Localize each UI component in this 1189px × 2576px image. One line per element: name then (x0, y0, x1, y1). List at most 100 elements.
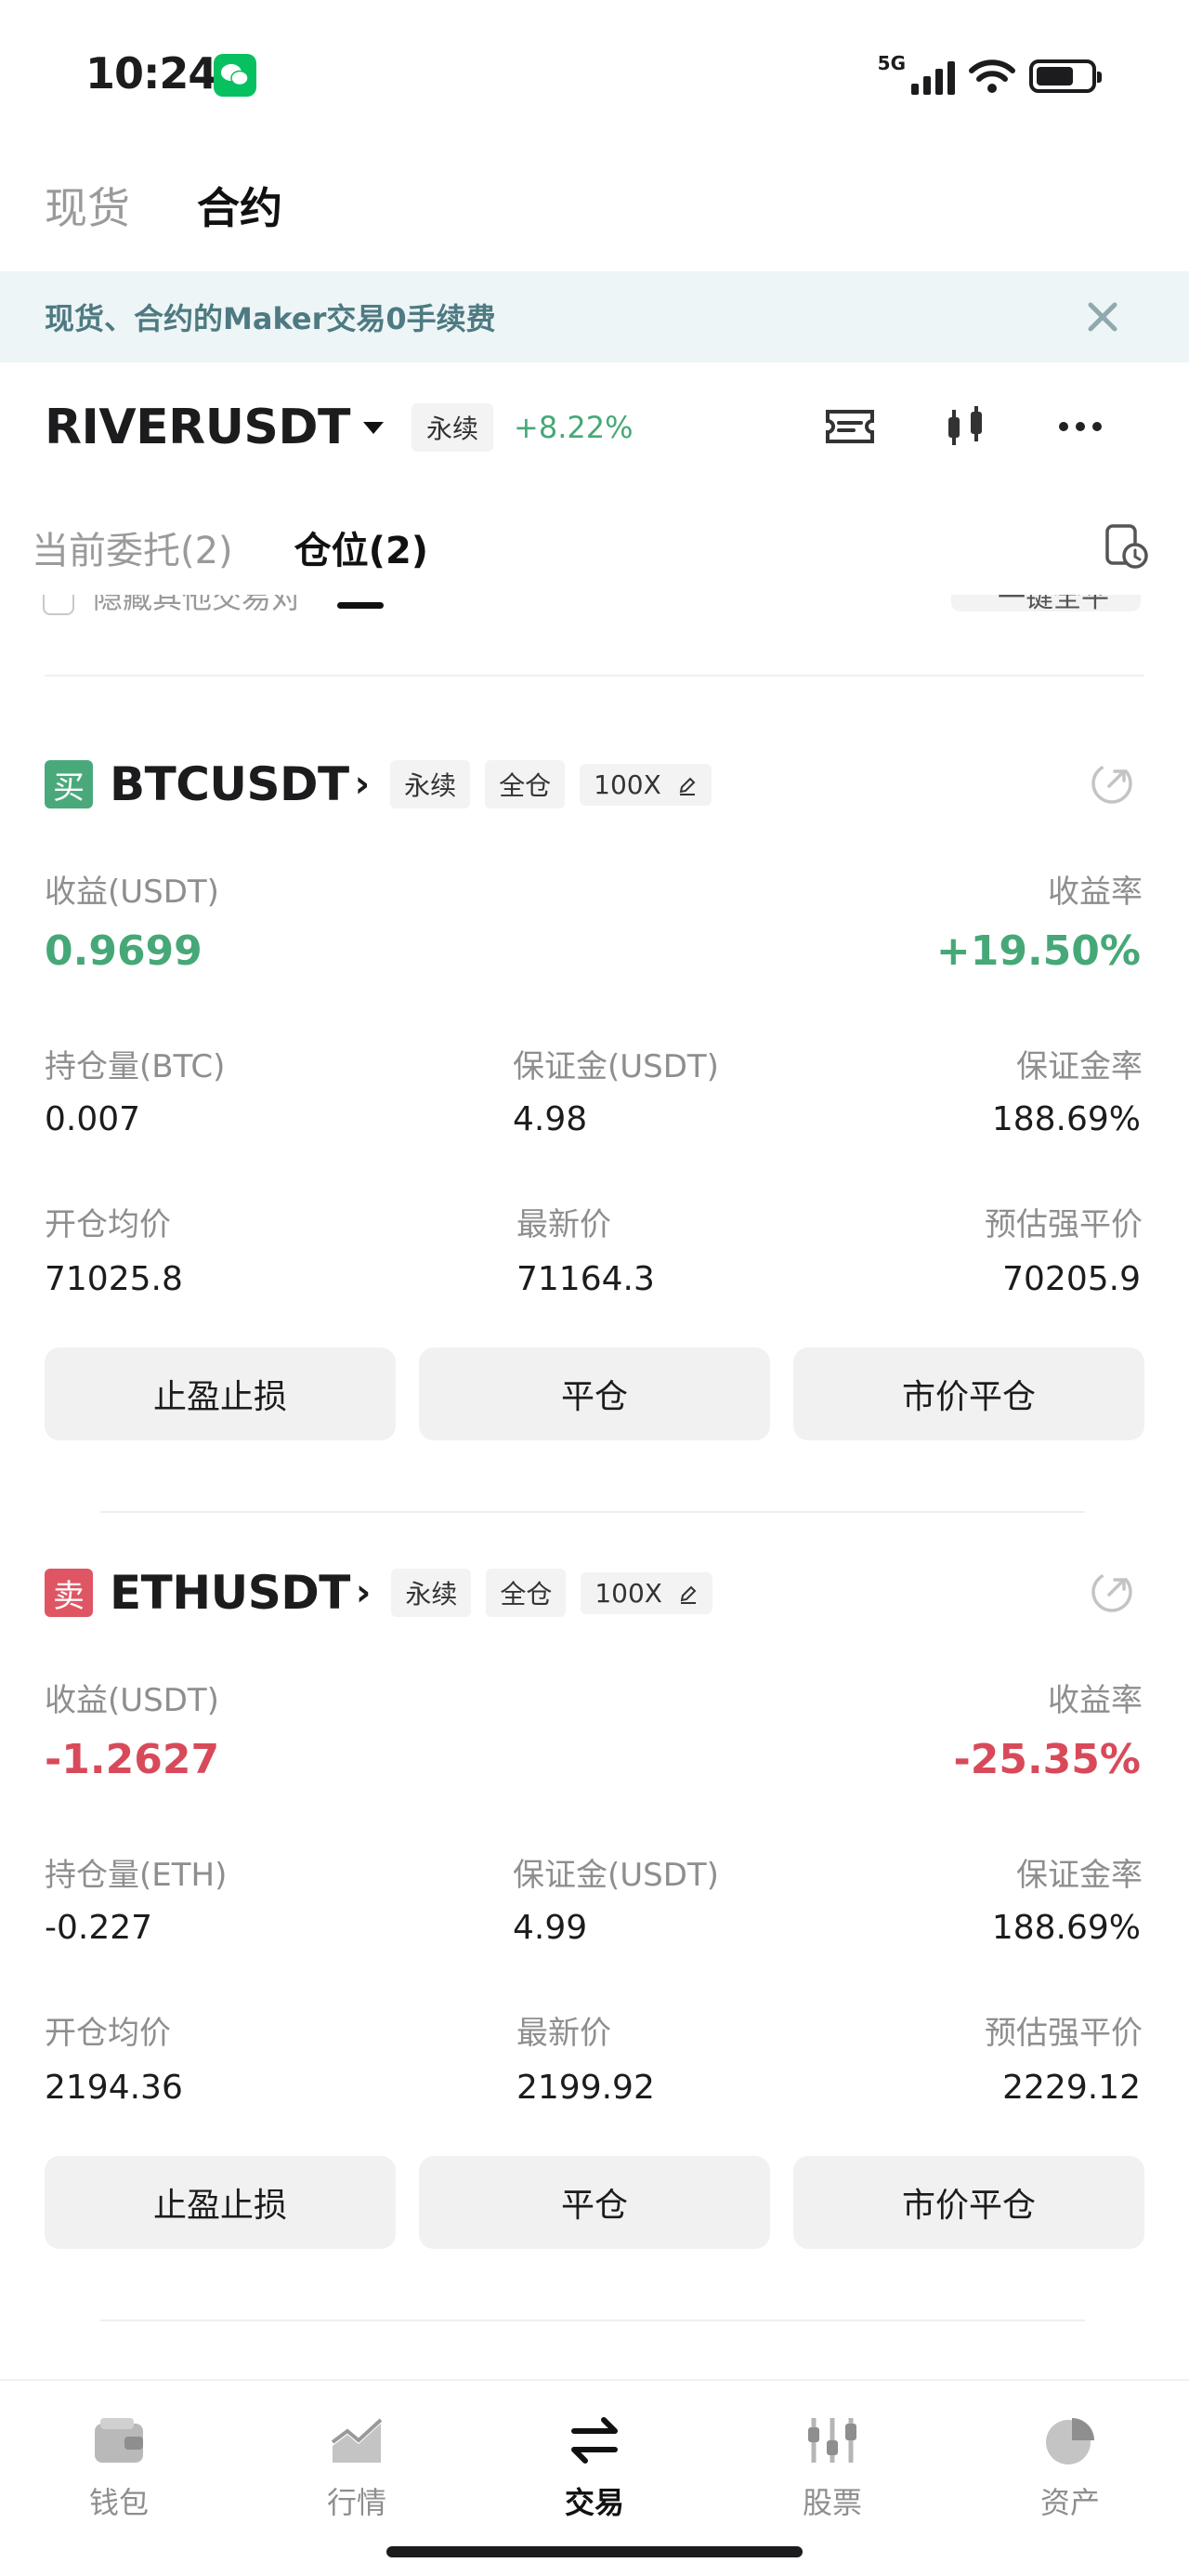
market-close-button[interactable]: 市价平仓 (793, 2156, 1144, 2249)
nav-assets-label: 资产 (1039, 2485, 1100, 2520)
pie-chart-icon (1040, 2411, 1100, 2470)
share-icon[interactable] (1089, 1569, 1135, 1615)
contract-type-chip: 永续 (390, 760, 471, 808)
nav-trade-label: 交易 (564, 2485, 624, 2520)
promo-banner[interactable]: 现货、合约的Maker交易0手续费 (0, 271, 1189, 362)
more-icon[interactable] (1053, 400, 1107, 453)
wifi-icon (969, 59, 1015, 93)
tpsl-button[interactable]: 止盈止损 (45, 2156, 396, 2249)
nav-market[interactable]: 行情 (282, 2411, 431, 2522)
position-header[interactable]: 卖 ETHUSDT › 永续 全仓 100X (45, 1563, 727, 1623)
close-all-button-label: 一键全平 (998, 595, 1109, 614)
position-pair[interactable]: BTCUSDT (110, 757, 349, 811)
entry-price-label: 开仓均价 (45, 2015, 171, 2052)
margin-mode-chip[interactable]: 全仓 (485, 760, 566, 808)
battery-icon (1029, 59, 1102, 93)
margin-ratio-value: 188.69% (991, 1909, 1141, 1947)
roe-label: 收益率 (1048, 1682, 1143, 1719)
position-actions: 止盈止损 平仓 市价平仓 (45, 1347, 1144, 1440)
market-chart-icon (327, 2411, 386, 2470)
nav-stocks-label: 股票 (802, 2485, 862, 2520)
last-price-label: 最新价 (516, 1206, 611, 1243)
liq-price-value: 2229.12 (1002, 2069, 1141, 2107)
status-bar: 10:24 5G (0, 0, 1189, 149)
market-close-button[interactable]: 市价平仓 (793, 1347, 1144, 1440)
margin-ratio-label: 保证金率 (1016, 1857, 1143, 1894)
stock-sliders-icon (803, 2411, 862, 2470)
last-price-value: 2199.92 (516, 2069, 655, 2107)
entry-price-value: 71025.8 (45, 1260, 183, 1298)
nav-wallet[interactable]: 钱包 (45, 2411, 193, 2522)
close-icon[interactable] (1083, 297, 1122, 336)
position-header[interactable]: 买 BTCUSDT › 永续 全仓 100X (45, 755, 726, 814)
nav-market-label: 行情 (326, 2485, 386, 2520)
size-label: 持仓量(ETH) (45, 1857, 228, 1894)
nav-trade[interactable]: 交易 (520, 2411, 669, 2522)
margin-label: 保证金(USDT) (513, 1857, 719, 1894)
close-position-button[interactable]: 平仓 (419, 2156, 770, 2249)
nav-assets[interactable]: 资产 (996, 2411, 1144, 2522)
order-history-icon[interactable] (1102, 522, 1150, 571)
hide-other-pairs-label: 隐藏其他交易对 (93, 595, 302, 615)
ticker-symbol[interactable]: RIVERUSDT (45, 400, 351, 455)
chevron-right-icon[interactable]: › (356, 1571, 371, 1614)
tab-positions-label: 仓位(2) (294, 530, 429, 572)
divider (100, 1511, 1085, 1513)
close-all-button[interactable]: 一键全平 (951, 595, 1141, 614)
chevron-down-icon[interactable] (363, 421, 385, 434)
leverage-value: 100X (594, 769, 661, 800)
liq-price-label: 预估强平价 (985, 1206, 1143, 1243)
margin-mode-chip[interactable]: 全仓 (486, 1569, 567, 1617)
status-indicators: 5G (877, 52, 1102, 95)
pnl-value: 0.9699 (45, 927, 203, 975)
candlestick-icon[interactable] (938, 400, 992, 453)
wechat-icon (214, 54, 256, 97)
swap-arrows-icon (565, 2411, 624, 2470)
battery-level (1037, 67, 1073, 85)
last-price-label: 最新价 (516, 2015, 611, 2052)
roe-label: 收益率 (1048, 874, 1143, 911)
margin-label: 保证金(USDT) (513, 1048, 719, 1085)
contract-type-chip: 永续 (391, 1569, 472, 1617)
tab-positions[interactable]: 仓位(2) (294, 520, 429, 609)
tab-spot[interactable]: 现货 (45, 175, 130, 236)
nav-stocks[interactable]: 股票 (758, 2411, 907, 2522)
hide-other-pairs-checkbox[interactable] (43, 595, 74, 615)
margin-value: 4.98 (513, 1100, 588, 1138)
entry-price-value: 2194.36 (45, 2069, 183, 2107)
roe-value: +19.50% (935, 927, 1141, 975)
position-pair[interactable]: ETHUSDT (110, 1566, 350, 1620)
chevron-right-icon[interactable]: › (355, 763, 370, 806)
market-type-tabs: 现货 合约 (45, 175, 282, 236)
wallet-icon (89, 2411, 149, 2470)
margin-ratio-value: 188.69% (991, 1100, 1141, 1138)
nav-wallet-label: 钱包 (88, 2485, 149, 2520)
close-position-button[interactable]: 平仓 (419, 1347, 770, 1440)
promo-banner-text: 现货、合约的Maker交易0手续费 (45, 301, 496, 336)
leverage-value: 100X (594, 1577, 662, 1609)
margin-value: 4.99 (513, 1909, 588, 1947)
leverage-chip[interactable]: 100X (581, 1571, 712, 1614)
contract-type-tag: 永续 (412, 403, 494, 452)
leverage-chip[interactable]: 100X (580, 763, 712, 806)
pnl-label: 收益(USDT) (45, 1682, 219, 1719)
coupon-icon[interactable] (823, 400, 877, 453)
entry-price-label: 开仓均价 (45, 1206, 171, 1243)
tab-open-orders[interactable]: 当前委托(2) (32, 520, 233, 574)
network-type: 5G (877, 52, 906, 74)
edit-icon (680, 1585, 697, 1604)
hide-other-pairs-row: 隐藏其他交易对 一键全平 (0, 595, 1189, 628)
size-label: 持仓量(BTC) (45, 1048, 226, 1085)
price-change: +8.22% (514, 410, 634, 445)
side-badge: 买 (45, 760, 93, 808)
margin-ratio-label: 保证金率 (1016, 1048, 1143, 1085)
size-value: -0.227 (45, 1909, 153, 1947)
last-price-value: 71164.3 (516, 1260, 655, 1298)
divider (45, 675, 1144, 677)
tpsl-button[interactable]: 止盈止损 (45, 1347, 396, 1440)
status-time: 10:24 (85, 48, 217, 99)
share-icon[interactable] (1089, 760, 1135, 807)
side-badge: 卖 (45, 1569, 93, 1617)
tab-futures[interactable]: 合约 (197, 175, 282, 236)
size-value: 0.007 (45, 1100, 141, 1138)
